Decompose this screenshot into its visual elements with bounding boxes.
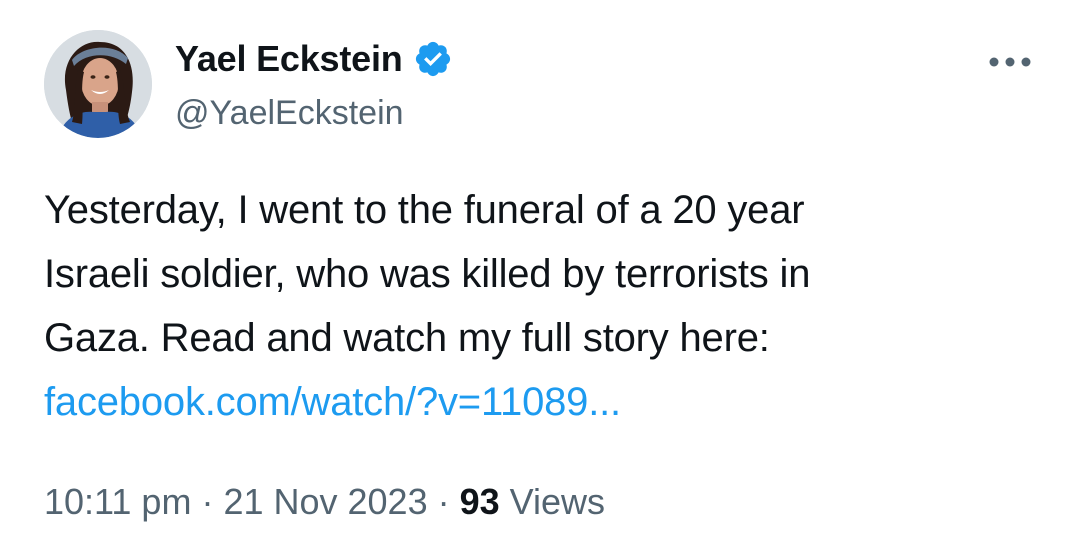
name-row: Yael Eckstein	[175, 36, 453, 82]
meta-separator: ·	[201, 481, 214, 522]
tweet-card: Yael Eckstein @YaelEckstein Yesterday, I…	[0, 0, 1080, 547]
avatar[interactable]	[44, 30, 152, 138]
tweet-text: Yesterday, I went to the funeral of a 20…	[44, 178, 1044, 434]
tweet-date[interactable]: 21 Nov 2023	[223, 481, 427, 522]
tweet-meta: 10:11 pm · 21 Nov 2023 · 93 Views	[44, 476, 605, 528]
tweet-link[interactable]: facebook.com/watch/?v=11089...	[44, 380, 621, 424]
author-block: Yael Eckstein @YaelEckstein	[175, 36, 453, 136]
profile-photo-image	[44, 30, 152, 138]
more-options-button[interactable]	[986, 50, 1034, 74]
display-name[interactable]: Yael Eckstein	[175, 36, 403, 82]
verified-badge-svg	[415, 41, 450, 77]
verified-badge-icon[interactable]	[413, 39, 453, 79]
tweet-time[interactable]: 10:11 pm	[44, 481, 191, 522]
tweet-text-line: Israeli soldier, who was killed by terro…	[44, 252, 811, 296]
user-handle[interactable]: @YaelEckstein	[175, 90, 453, 136]
views-label: Views	[509, 481, 606, 522]
views-count: 93	[459, 481, 500, 522]
meta-separator: ·	[437, 481, 450, 522]
tweet-text-line: Gaza. Read and watch my full story here:	[44, 316, 770, 360]
tweet-text-line: Yesterday, I went to the funeral of a 20…	[44, 188, 805, 232]
more-horizontal-icon	[988, 56, 1032, 68]
